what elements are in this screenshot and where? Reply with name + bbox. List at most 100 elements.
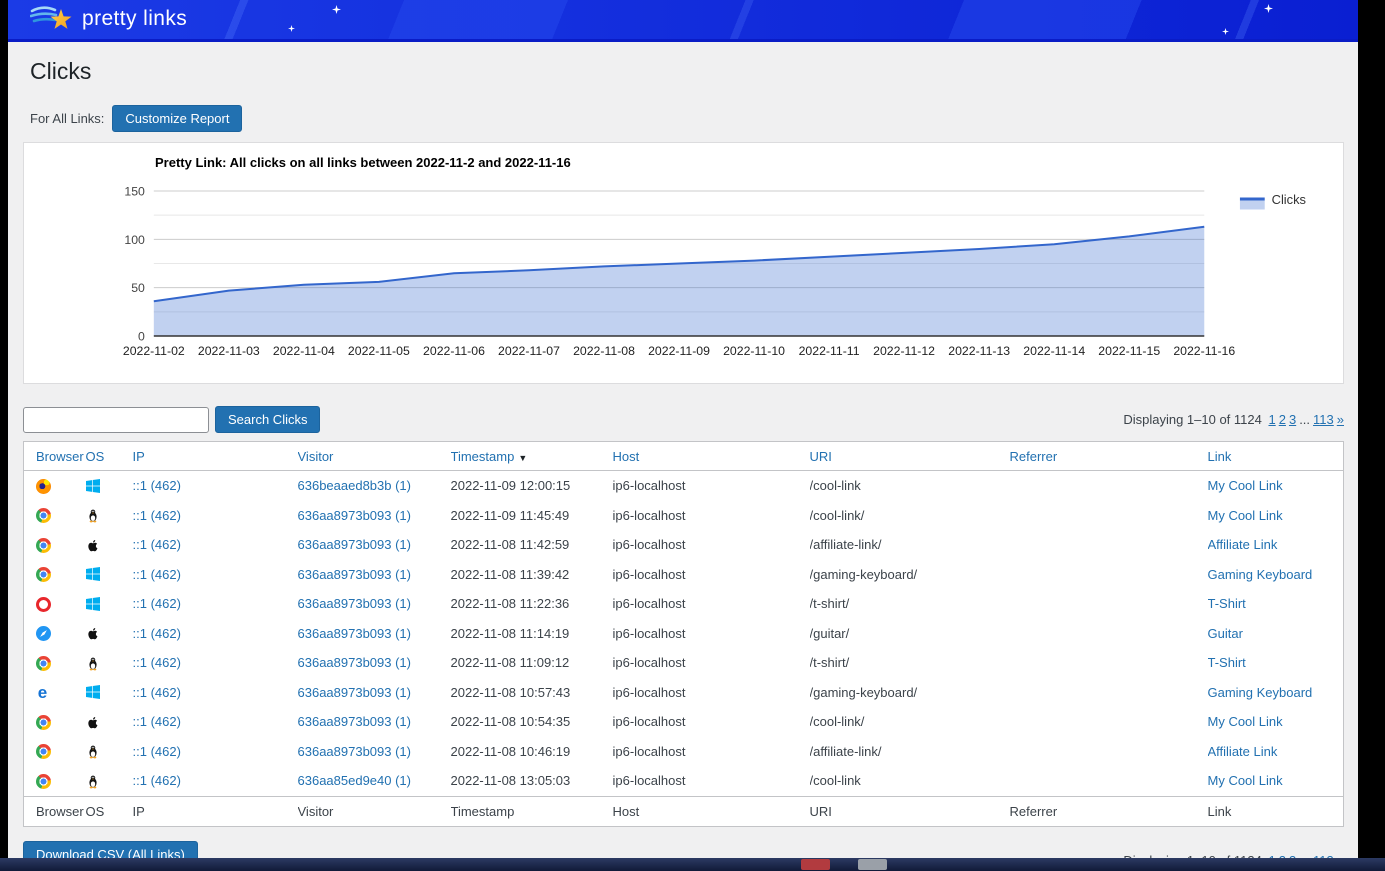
- visitor-link[interactable]: 636aa8973b093 (1): [298, 744, 412, 759]
- visitor-link[interactable]: 636aa8973b093 (1): [298, 714, 412, 729]
- customize-report-button[interactable]: Customize Report: [112, 105, 242, 132]
- chrome-icon: [36, 508, 51, 523]
- firefox-icon: [36, 479, 51, 494]
- footer-col-uri: URI: [810, 804, 832, 819]
- footer-col-referrer: Referrer: [1010, 804, 1058, 819]
- svg-text:2022-11-11: 2022-11-11: [799, 344, 860, 358]
- timestamp-cell: 2022-11-08 11:39:42: [451, 560, 613, 590]
- sort-link[interactable]: Link: [1208, 449, 1232, 464]
- link-link[interactable]: Affiliate Link: [1208, 744, 1278, 759]
- ip-link[interactable]: ::1 (462): [133, 655, 181, 670]
- link-link[interactable]: Guitar: [1208, 626, 1243, 641]
- sort-visitor[interactable]: Visitor: [298, 449, 334, 464]
- visitor-link[interactable]: 636aa8973b093 (1): [298, 626, 412, 641]
- search-input[interactable]: [23, 407, 209, 433]
- download-csv-button[interactable]: Download CSV (All Links): [23, 841, 198, 859]
- taskbar-item-icon[interactable]: [858, 859, 887, 870]
- link-link[interactable]: T-Shirt: [1208, 655, 1246, 670]
- visitor-link[interactable]: 636aa85ed9e40 (1): [298, 773, 412, 788]
- footer-col-host: Host: [613, 804, 640, 819]
- sparkle-icon: [288, 25, 297, 34]
- host-cell: ip6-localhost: [613, 471, 810, 501]
- link-link[interactable]: Gaming Keyboard: [1208, 567, 1313, 582]
- ip-link[interactable]: ::1 (462): [133, 714, 181, 729]
- ip-link[interactable]: ::1 (462): [133, 508, 181, 523]
- page-link-3[interactable]: 3: [1289, 412, 1296, 427]
- apple-icon: [86, 715, 101, 730]
- visitor-link[interactable]: 636aa8973b093 (1): [298, 596, 412, 611]
- ip-link[interactable]: ::1 (462): [133, 478, 181, 493]
- visitor-link[interactable]: 636aa8973b093 (1): [298, 685, 412, 700]
- pretty-links-star-icon: [30, 4, 76, 34]
- sort-os[interactable]: OS: [86, 449, 105, 464]
- table-row: ::1 (462)636aa8973b093 (1)2022-11-08 10:…: [24, 737, 1344, 767]
- sort-host[interactable]: Host: [613, 449, 640, 464]
- ip-link[interactable]: ::1 (462): [133, 773, 181, 788]
- referrer-cell: [1010, 501, 1208, 531]
- uri-cell: /t-shirt/: [810, 648, 1010, 678]
- sort-uri[interactable]: URI: [810, 449, 832, 464]
- page-link-2[interactable]: 2: [1279, 412, 1286, 427]
- ip-link[interactable]: ::1 (462): [133, 744, 181, 759]
- link-link[interactable]: My Cool Link: [1208, 714, 1283, 729]
- next-page-link[interactable]: »: [1337, 412, 1344, 427]
- table-row: ::1 (462) 636aa8973b093 (1) 2022-11-08 11:…: [24, 619, 1344, 649]
- host-cell: ip6-localhost: [613, 619, 810, 649]
- svg-text:2022-11-05: 2022-11-05: [348, 344, 410, 358]
- sort-browser[interactable]: Browser: [36, 449, 84, 464]
- svg-text:0: 0: [138, 329, 145, 343]
- browser-viewport: pretty links Clicks For All Links: Custo…: [8, 0, 1358, 858]
- link-link[interactable]: Gaming Keyboard: [1208, 685, 1313, 700]
- svg-text:150: 150: [124, 184, 145, 198]
- sparkle-icon: [1222, 28, 1231, 37]
- chrome-icon: [36, 744, 51, 759]
- link-link[interactable]: Affiliate Link: [1208, 537, 1278, 552]
- page-link-last[interactable]: 113: [1313, 412, 1334, 427]
- visitor-link[interactable]: 636aa8973b093 (1): [298, 537, 412, 552]
- sort-referrer[interactable]: Referrer: [1010, 449, 1058, 464]
- ip-link[interactable]: ::1 (462): [133, 626, 181, 641]
- uri-cell: /gaming-keyboard/: [810, 560, 1010, 590]
- table-header-row: Browser OS IP Visitor Timestamp▼ Host UR…: [24, 442, 1344, 471]
- link-link[interactable]: T-Shirt: [1208, 596, 1246, 611]
- uri-cell: /cool-link: [810, 471, 1010, 501]
- referrer-cell: [1010, 737, 1208, 767]
- link-link[interactable]: My Cool Link: [1208, 508, 1283, 523]
- report-scope-label: For All Links:: [30, 111, 104, 126]
- ip-link[interactable]: ::1 (462): [133, 685, 181, 700]
- pagination-summary: Displaying 1–10 of 1124: [1123, 412, 1262, 427]
- visitor-link[interactable]: 636aa8973b093 (1): [298, 567, 412, 582]
- visitor-link[interactable]: 636aa8973b093 (1): [298, 655, 412, 670]
- svg-text:2022-11-16: 2022-11-16: [1173, 344, 1235, 358]
- chrome-icon: [36, 656, 51, 671]
- windows-icon: [86, 597, 101, 612]
- sort-timestamp[interactable]: Timestamp: [451, 449, 515, 464]
- search-clicks-button[interactable]: Search Clicks: [215, 406, 320, 433]
- visitor-link[interactable]: 636aa8973b093 (1): [298, 508, 412, 523]
- opera-icon: [36, 597, 51, 612]
- apple-icon: [86, 626, 101, 641]
- windows-icon: [86, 685, 101, 700]
- ip-link[interactable]: ::1 (462): [133, 537, 181, 552]
- host-cell: ip6-localhost: [613, 707, 810, 737]
- ip-link[interactable]: ::1 (462): [133, 596, 181, 611]
- referrer-cell: [1010, 619, 1208, 649]
- footer-col-browser: Browser: [36, 804, 84, 819]
- sort-ip[interactable]: IP: [133, 449, 145, 464]
- visitor-link[interactable]: 636beaaed8b3b (1): [298, 478, 412, 493]
- footer-col-link: Link: [1208, 804, 1232, 819]
- taskbar-item-icon[interactable]: [801, 859, 830, 870]
- link-link[interactable]: My Cool Link: [1208, 773, 1283, 788]
- timestamp-cell: 2022-11-09 12:00:15: [451, 471, 613, 501]
- windows-icon: [86, 567, 101, 582]
- page-title: Clicks: [30, 58, 1344, 85]
- pretty-links-logo: pretty links: [30, 4, 187, 34]
- page-link-1[interactable]: 1: [1268, 412, 1275, 427]
- clicks-table: Browser OS IP Visitor Timestamp▼ Host UR…: [23, 441, 1344, 827]
- svg-text:2022-11-15: 2022-11-15: [1098, 344, 1160, 358]
- link-link[interactable]: My Cool Link: [1208, 478, 1283, 493]
- chrome-icon: [36, 715, 51, 730]
- ip-link[interactable]: ::1 (462): [133, 567, 181, 582]
- referrer-cell: [1010, 707, 1208, 737]
- timestamp-cell: 2022-11-08 11:14:19: [451, 619, 613, 649]
